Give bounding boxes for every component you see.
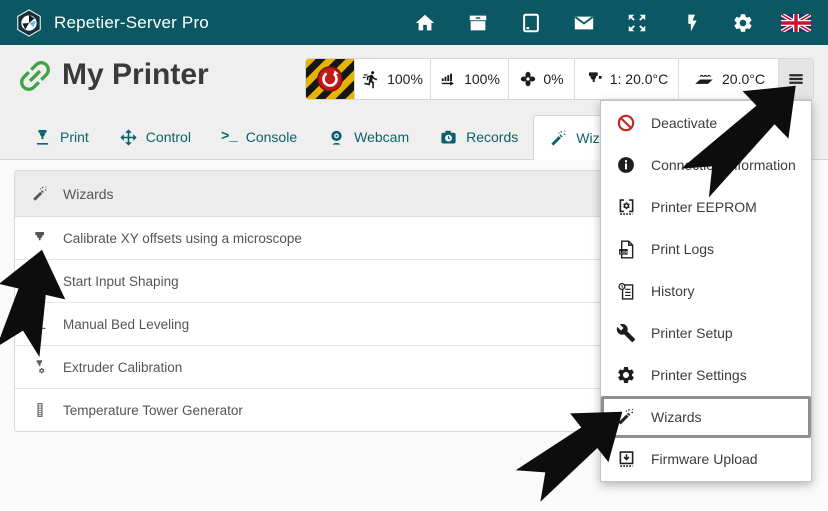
tab-records[interactable]: Records xyxy=(424,115,533,159)
menu-item-label: Printer Settings xyxy=(651,367,747,383)
tab-webcam[interactable]: Webcam xyxy=(312,115,424,159)
top-nav-bar: Repetier-Server Pro xyxy=(0,0,828,45)
info-icon xyxy=(614,155,638,175)
wizard-item-label: Temperature Tower Generator xyxy=(63,403,243,418)
wizard-item-label: Start Input Shaping xyxy=(63,274,179,289)
language-flag-icon[interactable] xyxy=(769,14,822,32)
home-icon[interactable] xyxy=(398,12,451,34)
tower-icon xyxy=(30,402,50,418)
emergency-stop-button[interactable] xyxy=(306,59,354,99)
menu-item-label: Printer EEPROM xyxy=(651,199,757,215)
bed-temp-value: 20.0°C xyxy=(722,71,765,87)
power-bolt-icon[interactable] xyxy=(663,12,716,34)
tab-print[interactable]: Print xyxy=(18,115,104,159)
repetier-logo-icon xyxy=(14,8,44,38)
fan-icon xyxy=(519,70,537,88)
menu-item-history[interactable]: History xyxy=(601,270,811,312)
extruder-temp-button[interactable]: 1: 20.0°C xyxy=(574,59,678,99)
svg-text:LOG: LOG xyxy=(620,249,629,254)
wizard-item-label: Calibrate XY offsets using a microscope xyxy=(63,231,302,246)
menu-item-label: Firmware Upload xyxy=(651,451,758,467)
firmware-chip-upload-icon xyxy=(614,449,638,470)
printer-name-title: My Printer xyxy=(62,58,209,92)
menu-item-print-logs[interactable]: LOG Print Logs xyxy=(601,228,811,270)
wizard-item-label: Extruder Calibration xyxy=(63,360,182,375)
wizard-item-label: Manual Bed Leveling xyxy=(63,317,189,332)
menu-item-wizards[interactable]: Wizards xyxy=(601,396,811,438)
flow-multiplier-button[interactable]: 100% xyxy=(430,59,508,99)
menu-item-label: History xyxy=(651,283,695,299)
extruder-nozzle-icon xyxy=(585,70,604,89)
console-icon: >_ xyxy=(221,129,238,145)
menu-item-connection-information[interactable]: Connection Information xyxy=(601,144,811,186)
tab-console[interactable]: >_ Console xyxy=(206,115,312,159)
tab-print-label: Print xyxy=(60,129,89,145)
speed-value: 100% xyxy=(387,71,423,87)
menu-item-printer-setup[interactable]: Printer Setup xyxy=(601,312,811,354)
manual-book-icon[interactable] xyxy=(504,12,557,34)
wizard-wand-icon xyxy=(614,407,638,427)
app-title: Repetier-Server Pro xyxy=(54,13,209,33)
repetier-server-window: Repetier-Server Pro xyxy=(0,0,828,511)
eeprom-chip-icon xyxy=(614,197,638,218)
menu-item-label: Printer Setup xyxy=(651,325,733,341)
hamburger-menu-icon xyxy=(786,69,806,89)
menu-item-label: Deactivate xyxy=(651,115,717,131)
global-settings-gear-icon[interactable] xyxy=(716,12,769,34)
speed-icon xyxy=(362,70,381,89)
tab-webcam-label: Webcam xyxy=(354,129,409,145)
archive-box-icon[interactable] xyxy=(451,12,504,34)
nozzle-gear-icon xyxy=(30,359,50,375)
app-brand[interactable]: Repetier-Server Pro xyxy=(0,8,209,38)
printer-status-bar: 100% 100% 0% 1: 20.0°C 20.0°C xyxy=(305,58,814,100)
printer-link-status-icon[interactable] xyxy=(14,55,56,97)
bed-temp-button[interactable]: 20.0°C xyxy=(678,59,778,99)
tab-control[interactable]: Control xyxy=(104,115,206,159)
control-move-icon xyxy=(119,128,138,147)
print-icon xyxy=(33,128,52,147)
fullscreen-icon[interactable] xyxy=(610,12,663,34)
extruder-temp-value: 1: 20.0°C xyxy=(610,71,669,87)
menu-item-printer-eeprom[interactable]: Printer EEPROM xyxy=(601,186,811,228)
printer-menu-button[interactable] xyxy=(778,59,813,99)
menu-item-label: Wizards xyxy=(651,409,702,425)
deactivate-block-icon xyxy=(614,113,638,133)
heated-bed-icon xyxy=(692,70,716,89)
menu-item-label: Print Logs xyxy=(651,241,714,257)
printer-dropdown-menu: Deactivate Connection Information Printe… xyxy=(600,100,812,482)
menu-item-firmware-upload[interactable]: Firmware Upload xyxy=(601,438,811,480)
log-file-icon: LOG xyxy=(614,239,638,260)
wizards-panel-title: Wizards xyxy=(63,186,114,202)
tab-records-label: Records xyxy=(466,129,518,145)
fan-value: 0% xyxy=(543,71,563,87)
webcam-icon xyxy=(327,128,346,147)
menu-item-printer-settings[interactable]: Printer Settings xyxy=(601,354,811,396)
speed-multiplier-button[interactable]: 100% xyxy=(354,59,430,99)
nozzle-icon xyxy=(30,230,50,246)
settings-gear-icon xyxy=(614,365,638,385)
flow-icon xyxy=(439,70,458,89)
fan-speed-button[interactable]: 0% xyxy=(508,59,574,99)
level-angle-icon xyxy=(30,316,50,333)
top-nav-icons xyxy=(398,0,822,45)
menu-item-label: Connection Information xyxy=(651,157,796,173)
wave-icon xyxy=(30,273,50,290)
tab-control-label: Control xyxy=(146,129,191,145)
flow-value: 100% xyxy=(464,71,500,87)
wrench-icon xyxy=(614,323,638,343)
messages-icon[interactable] xyxy=(557,12,610,34)
tab-console-label: Console xyxy=(246,129,297,145)
wizard-wand-icon xyxy=(30,185,50,203)
menu-item-deactivate[interactable]: Deactivate xyxy=(601,102,811,144)
records-camera-icon xyxy=(439,128,458,147)
history-icon xyxy=(614,281,638,302)
wizard-wand-icon xyxy=(549,129,568,148)
